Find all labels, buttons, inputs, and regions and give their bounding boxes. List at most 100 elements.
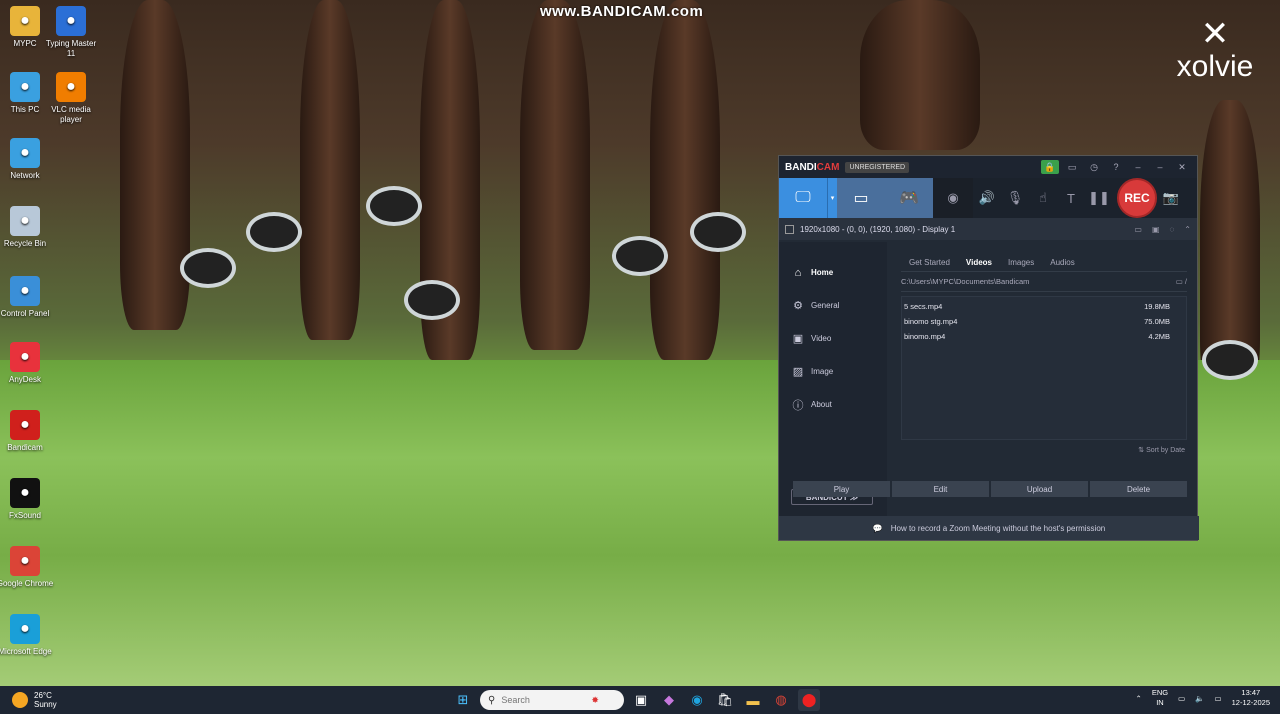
desktop-icon[interactable]: ● VLC media player [42,72,100,125]
speaker-button[interactable]: 🔊 [973,178,1001,218]
file-list[interactable]: 5 secs.mp4 19.8MB binomo stg.mp4 75.0MB bino… [901,296,1187,440]
desktop-icon[interactable]: ● Network [0,138,54,181]
wallpaper-horse-leg [120,0,190,330]
help-icon[interactable]: ? [1107,160,1125,174]
network-icon: ● [10,138,40,168]
bandicam-toolbar: 🖵 ▾ ▭ 🎮 ◉ 🔊 🎙 ☝ T ❚❚ REC 📷 [779,178,1197,218]
restore-icon[interactable]: ‒ [1151,160,1169,174]
webcam-button[interactable]: ◉ [933,178,973,218]
wallpaper-horse-leg [650,0,720,360]
upload-button[interactable]: Upload [991,481,1088,497]
window-icon[interactable]: ▣ [1152,225,1160,234]
temperature: 26°C [34,691,52,700]
sidebar-item-image[interactable]: ▨ Image [779,355,887,388]
content-tabs: Get Started Videos Images Audios [901,254,1187,272]
desktop-icon[interactable]: ● Control Panel [0,276,54,319]
file-row[interactable]: binomo stg.mp4 75.0MB [902,314,1186,329]
start-button[interactable]: ⊞ [452,689,474,711]
widgets-button[interactable]: ◆ [658,689,680,711]
play-button[interactable]: Play [793,481,890,497]
open-folder-icon[interactable]: ▭ / [1176,277,1187,286]
sidebar-item-general[interactable]: ⚙ General [779,289,887,322]
microphone-button[interactable]: 🎙 [1001,178,1029,218]
store-taskbar-button[interactable]: 🛍 [714,689,736,711]
volume-icon[interactable]: 🔈 [1195,694,1204,703]
xolvie-logo: ✕ xolvie [1160,14,1270,84]
text-overlay-button[interactable]: T [1057,178,1085,218]
chrome-taskbar-button[interactable]: ◍ [770,689,792,711]
bandicam-window[interactable]: BANDICAM UNREGISTERED 🔒 ▭ ◷ ? – ‒ ✕ 🖵 ▾ … [778,155,1199,541]
desktop-icon-label: Network [10,171,40,180]
pause-button[interactable]: ❚❚ [1085,178,1113,218]
tab-audios[interactable]: Audios [1042,258,1082,267]
weather-widget[interactable]: 26°C Sunny [12,691,57,709]
mode-dropdown-button[interactable]: ▾ [827,178,837,218]
edit-button[interactable]: Edit [892,481,989,497]
screenshot-button[interactable]: 📷 [1157,178,1185,218]
network-icon[interactable]: ▭ [1178,694,1185,703]
desktop-icon[interactable]: ● Microsoft Edge [0,614,54,657]
tip-bar[interactable]: 💬 How to record a Zoom Meeting without t… [779,516,1199,540]
bandicam-icon: ⬤ [801,692,817,707]
sidebar-item-about[interactable]: ⓘ About [779,388,887,421]
sidebar-item-video[interactable]: ▣ Video [779,322,887,355]
edge-taskbar-button[interactable]: ◉ [686,689,708,711]
desktop-icon[interactable]: ● Google Chrome [0,546,54,589]
screen-recording-mode-button[interactable]: 🖵 [779,178,827,218]
chevron-up-icon[interactable]: ⌃ [1136,694,1142,703]
tab-images[interactable]: Images [1000,258,1042,267]
weather-condition: Sunny [34,700,57,709]
desktop-icon[interactable]: ● Recycle Bin [0,206,54,249]
mouse-effect-button[interactable]: ☝ [1029,178,1057,218]
desktop-icon-label: FxSound [8,511,42,520]
desktop-icon-label: Bandicam [7,443,43,452]
folder-icon: ● [10,6,40,36]
video-icon: ▣ [792,333,804,345]
recycle-bin-icon: ● [10,206,40,236]
battery-icon[interactable]: ▭ [1215,694,1222,703]
desktop-icon[interactable]: ● Typing Master 11 [42,6,100,59]
wallpaper-hoof [404,280,460,320]
rec-button[interactable]: REC [1117,178,1157,218]
game-recording-mode-button[interactable]: 🎮 [885,178,933,218]
file-row[interactable]: binomo.mp4 4.2MB [902,329,1186,344]
broadcast-icon[interactable]: ◌ [1170,225,1175,234]
language-indicator[interactable]: ENG IN [1152,688,1168,708]
desktop-icon-label: Google Chrome [0,579,54,588]
device-recording-mode-button[interactable]: ▭ [837,178,885,218]
desktop-icon-label: Recycle Bin [3,239,47,248]
sort-by-date-button[interactable]: ⇅ Sort by Date [901,440,1187,460]
capture-checkbox[interactable] [785,224,794,234]
desktop-icon[interactable]: ● AnyDesk [0,342,54,385]
folder-icon[interactable]: ▭ [1063,160,1081,174]
desktop-icon[interactable]: ● Bandicam [0,410,54,453]
desktop-icon[interactable]: ● FxSound [0,478,54,521]
clock-icon[interactable]: ◷ [1085,160,1103,174]
bandicam-taskbar-button[interactable]: ⬤ [798,689,820,711]
taskbar-search[interactable]: ⚲ ✸ [480,690,624,710]
wallpaper-hoof [366,186,422,226]
windows-icon: ⊞ [457,692,469,707]
webcam-overlay-icon[interactable]: ▭ [1134,225,1142,234]
file-explorer-button[interactable]: ▬ [742,689,764,711]
text-icon: T [1067,190,1075,206]
sidebar-item-label: Home [811,268,834,277]
capture-area-text: 1920x1080 - (0, 0), (1920, 1080) - Displ… [800,224,956,234]
delete-button[interactable]: Delete [1090,481,1187,497]
tab-videos[interactable]: Videos [958,258,1000,267]
close-icon[interactable]: ✕ [1173,160,1191,174]
task-view-button[interactable]: ▣ [630,689,652,711]
search-icon: ⚲ [488,694,496,706]
hdmi-icon: ▭ [853,190,869,207]
search-highlight-icon: ✸ [591,694,599,705]
minimize-icon[interactable]: – [1129,160,1147,174]
search-input[interactable] [501,695,592,705]
tab-get-started[interactable]: Get Started [901,258,958,267]
collapse-icon[interactable]: ⌃ [1184,225,1191,234]
file-row[interactable]: 5 secs.mp4 19.8MB [902,299,1186,314]
sidebar-item-home[interactable]: ⌂ Home [779,256,887,289]
clock[interactable]: 13:47 12-12-2025 [1232,688,1270,708]
lock-icon[interactable]: 🔒 [1041,160,1059,174]
capture-area-bar: 1920x1080 - (0, 0), (1920, 1080) - Displ… [779,218,1197,240]
bandicam-titlebar[interactable]: BANDICAM UNREGISTERED 🔒 ▭ ◷ ? – ‒ ✕ [779,156,1197,178]
